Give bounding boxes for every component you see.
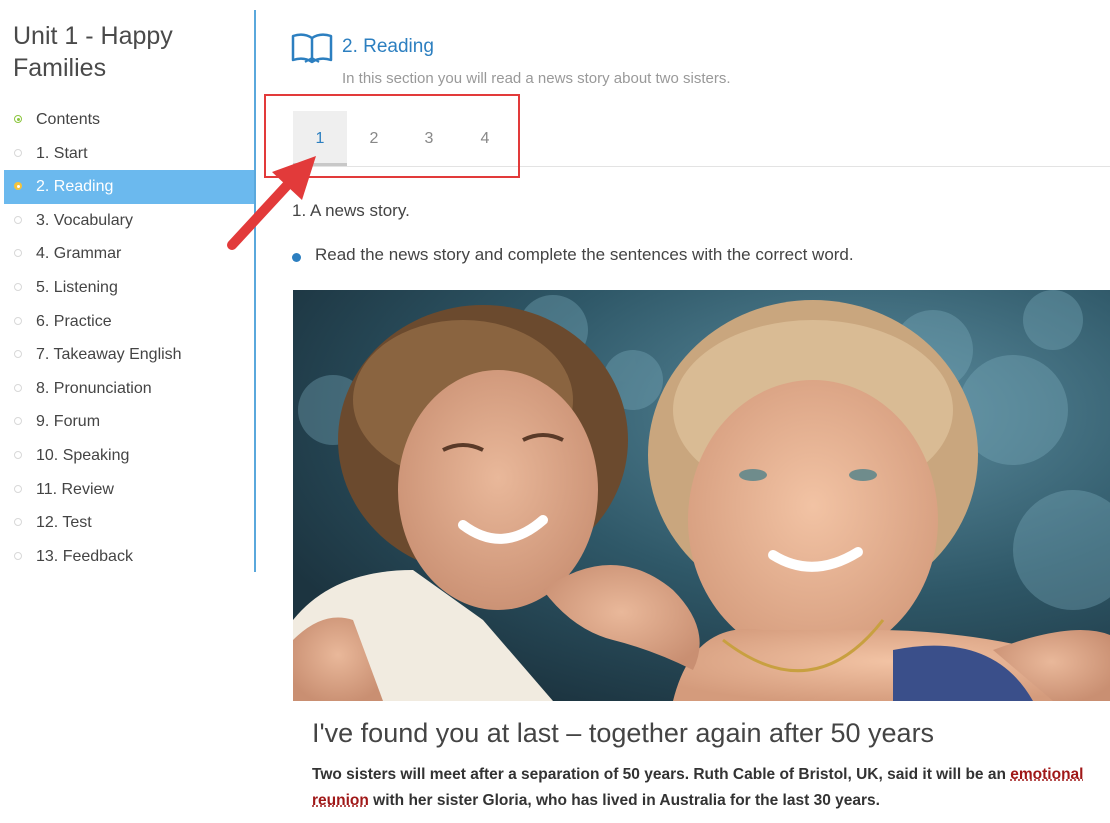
sidebar-item-contents[interactable]: Contents [4, 103, 254, 137]
radio-dot-icon [14, 484, 22, 493]
sidebar-item-start[interactable]: 1. Start [4, 137, 254, 171]
task-heading: 1. A news story. [292, 201, 410, 220]
article-text: Two sisters will meet after a separation… [312, 766, 1006, 783]
sidebar-item-label: 6. Practice [36, 312, 112, 330]
radio-dot-icon [14, 148, 22, 157]
section-subtitle: In this section you will read a news sto… [342, 70, 731, 87]
section-title: 2. Reading [342, 36, 434, 57]
radio-dot-icon [14, 518, 22, 527]
radio-dot-icon [14, 182, 22, 191]
article-photo [293, 290, 1110, 701]
sidebar-item-label: 9. Forum [36, 413, 101, 431]
sidebar-item-label: 10. Speaking [36, 446, 130, 464]
sidebar-item-label: 1. Start [36, 144, 88, 162]
sidebar-item-label: 3. Vocabulary [36, 211, 133, 229]
radio-dot-icon [14, 383, 22, 392]
sidebar-item-practice[interactable]: 6. Practice [4, 305, 254, 339]
sidebar-item-takeaway-english[interactable]: 7. Takeaway English [4, 338, 254, 372]
sidebar-item-label: 2. Reading [36, 178, 114, 196]
sidebar-item-feedback[interactable]: 13. Feedback [4, 540, 254, 574]
sidebar-item-listening[interactable]: 5. Listening [4, 271, 254, 305]
sidebar-item-reading[interactable]: 2. Reading [4, 170, 254, 204]
radio-dot-icon [14, 350, 22, 359]
sidebar-item-label: 5. Listening [36, 278, 118, 296]
article-body: Two sisters will meet after a separation… [312, 762, 1092, 814]
sidebar-item-speaking[interactable]: 10. Speaking [4, 439, 254, 473]
radio-dot-icon [14, 551, 22, 560]
sidebar-item-review[interactable]: 11. Review [4, 473, 254, 507]
sidebar-item-label: 12. Test [36, 514, 92, 532]
sidebar-nav: Contents 1. Start 2. Reading 3. Vocabula… [4, 103, 254, 573]
task-instruction: Read the news story and complete the sen… [315, 245, 854, 264]
sidebar-item-test[interactable]: 12. Test [4, 506, 254, 540]
radio-dot-icon [14, 215, 22, 224]
sidebar-item-label: 13. Feedback [36, 547, 133, 565]
sidebar-item-forum[interactable]: 9. Forum [4, 405, 254, 439]
sidebar: Unit 1 - Happy Families Contents 1. Star… [0, 0, 255, 823]
sidebar-item-grammar[interactable]: 4. Grammar [4, 237, 254, 271]
main-content: 2. Reading In this section you will read… [256, 0, 1110, 823]
book-icon [291, 33, 333, 64]
radio-dot-icon [14, 450, 22, 459]
sidebar-item-vocabulary[interactable]: 3. Vocabulary [4, 204, 254, 238]
radio-dot-icon [14, 316, 22, 325]
article-title: I've found you at last – together again … [312, 718, 935, 748]
sidebar-item-label: 11. Review [36, 480, 114, 498]
sidebar-item-label: 4. Grammar [36, 245, 122, 263]
radio-dot-icon [14, 115, 22, 123]
radio-dot-icon [14, 249, 22, 258]
radio-dot-icon [14, 282, 22, 291]
sidebar-item-label: Contents [36, 111, 101, 128]
article-text: with her sister Gloria, who has lived in… [373, 792, 880, 809]
annotation-highlight-box [264, 94, 520, 178]
radio-dot-icon [14, 417, 22, 426]
bullet-icon [292, 253, 301, 262]
unit-title: Unit 1 - Happy Families [13, 22, 173, 82]
sidebar-item-label: 8. Pronunciation [36, 379, 152, 397]
sidebar-item-pronunciation[interactable]: 8. Pronunciation [4, 372, 254, 406]
sidebar-item-label: 7. Takeaway English [36, 346, 182, 364]
